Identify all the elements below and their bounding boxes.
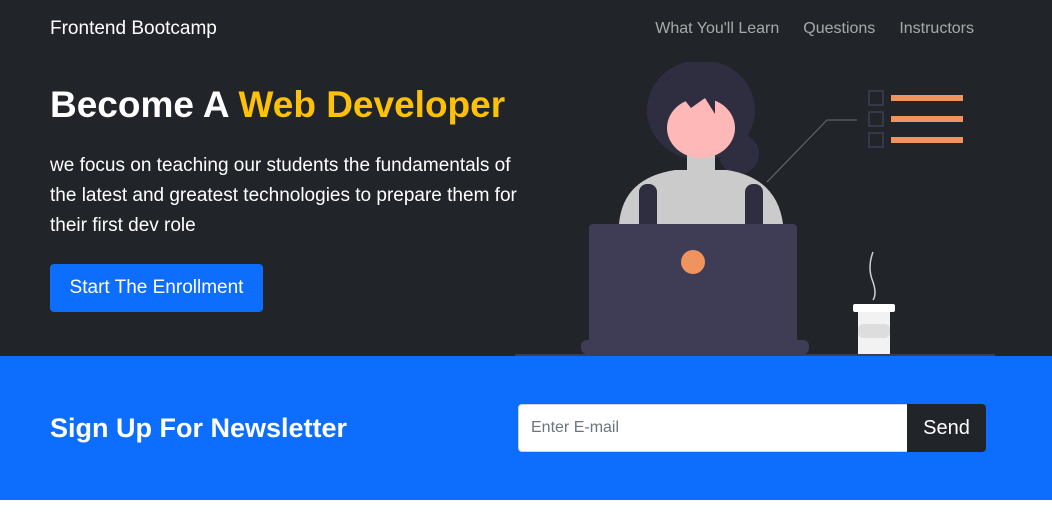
newsletter-section: Sign Up For Newsletter Send bbox=[0, 356, 1052, 500]
start-enrollment-button[interactable]: Start The Enrollment bbox=[50, 264, 263, 312]
hero-headline: Become A Web Developer bbox=[50, 84, 505, 126]
checkbox-1 bbox=[868, 90, 884, 106]
headline-accent: Web Developer bbox=[238, 84, 506, 125]
steam bbox=[869, 251, 876, 301]
hero-section: Frontend Bootcamp What You'll Learn Ques… bbox=[0, 0, 1052, 356]
headline-prefix: Become A bbox=[50, 84, 239, 125]
pointer-line bbox=[766, 119, 857, 183]
checklist-bar-2 bbox=[891, 116, 963, 122]
email-input[interactable] bbox=[518, 404, 908, 452]
face bbox=[667, 98, 735, 158]
newsletter-title: Sign Up For Newsletter bbox=[50, 413, 348, 443]
laptop bbox=[589, 224, 797, 348]
checklist-bar-1 bbox=[891, 95, 963, 101]
developer-illustration bbox=[515, 62, 995, 356]
checkbox-2 bbox=[868, 111, 884, 127]
hero-description: we focus on teaching our students the fu… bbox=[50, 155, 517, 236]
navbar-links: What You'll Learn Questions Instructors bbox=[655, 20, 974, 38]
send-button[interactable]: Send bbox=[907, 404, 986, 452]
cup-sleeve bbox=[858, 324, 890, 338]
nav-link-questions[interactable]: Questions bbox=[803, 20, 875, 38]
nav-link-what-youll-learn[interactable]: What You'll Learn bbox=[655, 20, 779, 38]
checkbox-3 bbox=[868, 132, 884, 148]
checklist-bar-3 bbox=[891, 137, 963, 143]
navbar-brand[interactable]: Frontend Bootcamp bbox=[50, 18, 217, 40]
nav-link-instructors[interactable]: Instructors bbox=[899, 20, 974, 38]
laptop-base bbox=[581, 340, 809, 354]
laptop-logo bbox=[681, 250, 705, 274]
cup-lid bbox=[853, 304, 895, 312]
